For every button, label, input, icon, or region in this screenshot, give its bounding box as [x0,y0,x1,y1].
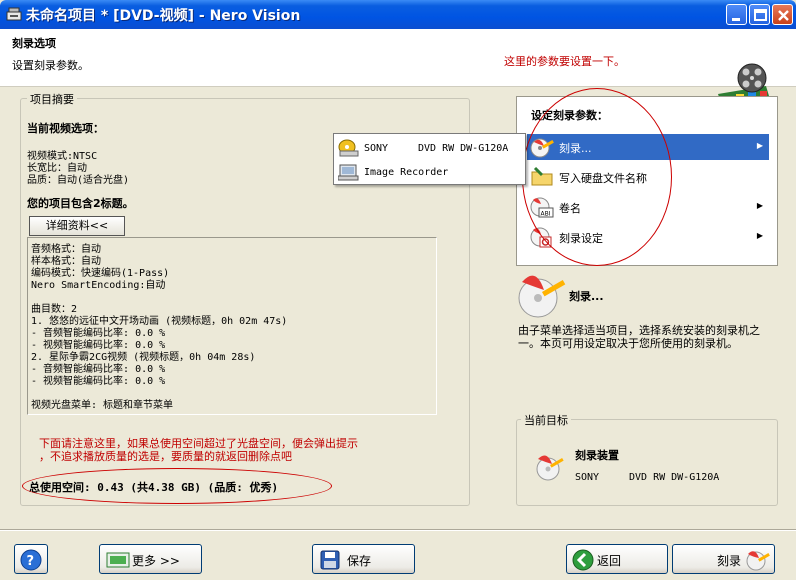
save-icon [320,550,340,570]
detail-line: Nero SmartEncoding:自动 [31,280,166,291]
menu-item-burn[interactable]: 刻录... ▶ [527,134,769,160]
recorder-item-sony[interactable]: SONY DVD RW DW-G120A [334,136,525,160]
burn-settings-panel: 设定刻录参数： 刻录... ▶ 写入硬盘文件名称 ABI 卷名 ▶ 刻录设定 ▶ [516,96,778,266]
footer-separator [0,529,796,531]
project-summary-legend: 项目摘要 [27,91,77,107]
header-band: 刻录选项 设置刻录参数。 这里的参数要设置一下。 [0,29,796,112]
menu-item-label: 刻录... [559,142,592,155]
save-button[interactable]: 保存 [312,544,415,574]
folder-icon [531,166,553,186]
detail-line: - 视频智能编码比率: 0.0 % [31,376,166,387]
detail-line: 视频光盘菜单: 标题和章节菜单 [31,400,174,411]
recorder-model: DVD RW DW-G120A [418,143,509,154]
burn-settings-title: 设定刻录参数： [531,109,608,122]
help-button[interactable]: ? [14,544,48,574]
submenu-arrow-icon: ▶ [756,141,763,150]
current-target-legend: 当前目标 [521,412,571,428]
save-button-label: 保存 [347,554,372,568]
svg-text:?: ? [27,554,35,569]
help-icon: ? [20,549,42,571]
menu-item-write-hdd-filename[interactable]: 写入硬盘文件名称 [527,164,769,190]
menu-item-label: 写入硬盘文件名称 [559,172,647,185]
warning-line-2: ，不追求播放质量的选是，要质量的就返回删除点吧 [39,450,292,463]
back-button-label: 返回 [597,554,622,568]
back-arrow-icon [572,549,594,571]
page-subtitle: 设置刻录参数。 [12,59,89,72]
menu-item-label: 刻录设定 [559,232,603,245]
burn-settings-icon [530,227,552,248]
recorder-submenu: SONY DVD RW DW-G120A Image Recorder [333,133,526,185]
burn-disc-icon [518,275,566,318]
submenu-arrow-icon: ▶ [756,231,763,240]
recorder-item-image[interactable]: Image Recorder [334,160,525,184]
menu-item-label: 卷名 [559,202,581,215]
app-icon [6,7,22,21]
minimize-button[interactable] [726,4,747,25]
quality: 品质：自动(适合光盘) [27,175,130,186]
menu-item-burn-settings[interactable]: 刻录设定 ▶ [527,224,769,250]
burn-disc-icon [746,551,770,571]
more-button-label: 更多 >> [132,554,180,568]
titles-count: 您的项目包含2标题。 [27,197,134,210]
target-label: 刻录装置 [575,449,619,462]
target-device-model: DVD RW DW-G120A [629,472,720,483]
more-button[interactable]: 更多 >> [99,544,202,574]
burn-button-label: 刻录 [717,554,742,568]
image-recorder-icon [338,164,359,181]
recorder-name: SONY [364,143,389,154]
video-options-heading: 当前视频选项： [27,122,104,135]
maximize-icon [754,9,767,21]
burn-button[interactable]: 刻录 [672,544,775,574]
burner-icon [536,455,564,481]
target-device-name: SONY [575,472,600,483]
svg-text:ABI: ABI [541,211,551,218]
submenu-arrow-icon: ▶ [756,201,763,210]
details-box: 音频格式：自动 样本格式：自动 编码模式：快速编码(1-Pass) Nero S… [27,237,437,415]
header-annotation: 这里的参数要设置一下。 [504,55,625,68]
title-bar: 未命名项目 * [DVD-视频] - Nero Vision [0,0,796,29]
volume-label-icon: ABI [530,197,554,218]
back-button[interactable]: 返回 [566,544,668,574]
recorder-name: Image Recorder [364,167,449,178]
window-title: 未命名项目 * [DVD-视频] - Nero Vision [26,8,301,24]
more-options-icon [106,552,130,568]
minimize-icon [732,18,740,21]
page-title: 刻录选项 [12,37,56,50]
burn-icon [530,138,554,158]
menu-item-volume-name[interactable]: ABI 卷名 ▶ [527,194,769,220]
maximize-button[interactable] [749,4,770,25]
burn-info-heading: 刻录... [569,290,604,303]
total-space: 总使用空间: 0.43 (共4.38 GB) (品质: 优秀) [29,481,279,494]
disc-drive-icon [338,139,359,157]
burn-info-description: 由子菜单选择适当项目，选择系统安装的刻录机之一。本页可用设定取决于您所使用的刻录… [518,324,760,350]
close-button[interactable] [772,4,793,25]
details-toggle-button[interactable]: 详细资料<< [29,216,125,236]
close-icon [778,10,789,21]
current-target-group: 当前目标 刻录装置 SONY DVD RW DW-G120A [516,412,778,506]
